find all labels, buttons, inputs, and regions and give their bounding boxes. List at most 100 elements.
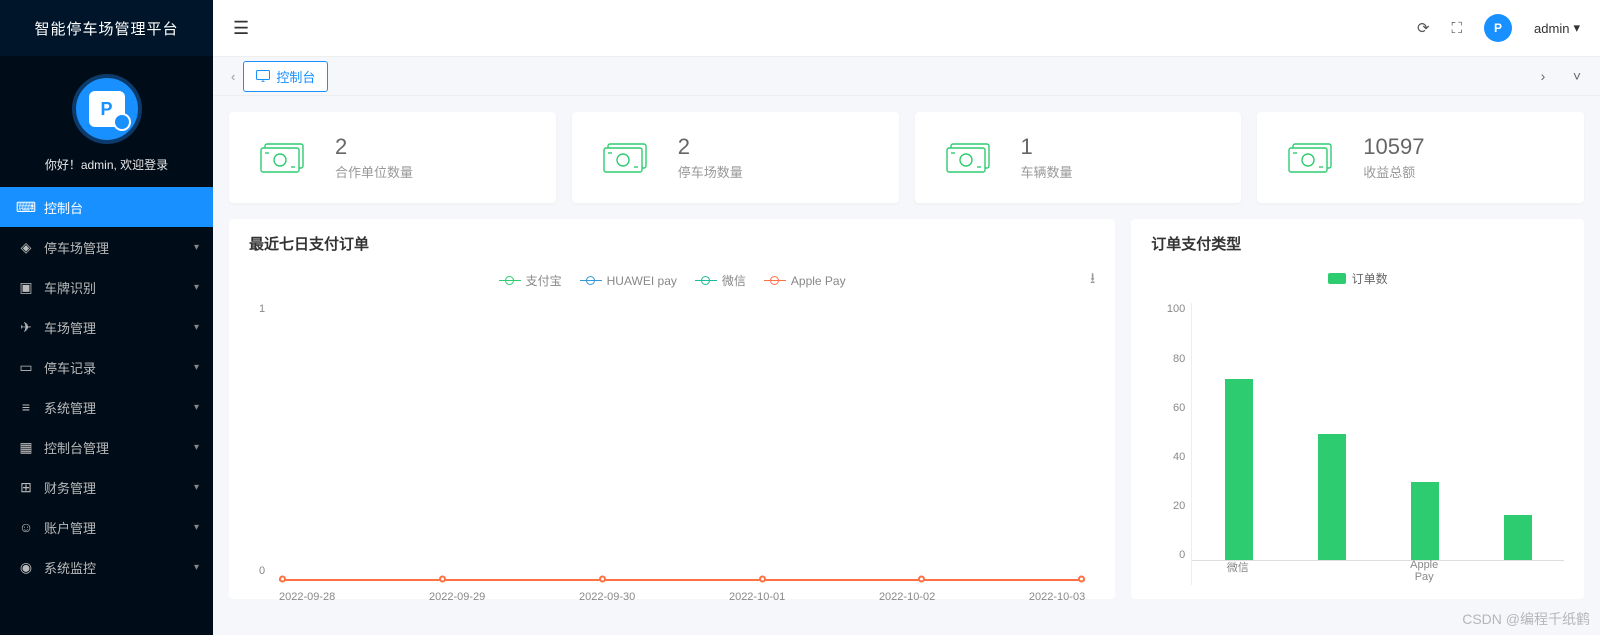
caret-down-icon: ▾ <box>194 322 199 333</box>
sidebar: 智能停车场管理平台 P 你好！admin, 欢迎登录 ⌨控制台◈停车场管理▾▣车… <box>0 0 213 635</box>
menu-icon: ▦ <box>18 439 34 456</box>
data-point <box>439 576 446 583</box>
sidebar-item-6[interactable]: ▦控制台管理▾ <box>0 427 213 467</box>
bar <box>1411 482 1439 561</box>
x-tick-label: 2022-10-03 <box>1029 591 1085 603</box>
stat-label: 车辆数量 <box>1021 162 1073 181</box>
bar <box>1504 515 1532 561</box>
stat-value: 1 <box>1021 134 1073 160</box>
legend-text: 微信 <box>722 272 746 289</box>
menu-icon: ⌨ <box>18 199 34 216</box>
tab-dashboard[interactable]: 控制台 <box>243 61 328 92</box>
menu-icon: ☺ <box>18 519 34 535</box>
bar-x-label: Apple Pay <box>1399 559 1449 583</box>
stats-row: 2合作单位数量2 停车场数量 1 车辆数量 10597 收益总额 <box>229 112 1584 203</box>
toggle-sidebar-icon[interactable]: ☰ <box>233 18 249 39</box>
topbar: ☰ ⟳ ⛶ P admin ▾ <box>213 0 1600 56</box>
caret-down-icon: ▾ <box>194 282 199 293</box>
sidebar-item-3[interactable]: ✈ 车场管理 ▾ <box>0 307 213 347</box>
menu-label: 系统管理 <box>44 398 96 417</box>
menu-label: 控制台管理 <box>44 438 109 457</box>
bar-ytick: 80 <box>1159 353 1185 365</box>
sidebar-item-7[interactable]: ⊞财务管理▾ <box>0 467 213 507</box>
caret-down-icon: ▾ <box>194 482 199 493</box>
menu-label: 系统监控 <box>44 558 96 577</box>
menu-icon: ✈ <box>18 319 34 336</box>
data-point <box>279 576 286 583</box>
user-profile-box: P 你好！admin, 欢迎登录 <box>0 56 213 187</box>
x-tick-label: 2022-09-28 <box>279 591 335 603</box>
stat-label: 收益总额 <box>1363 162 1424 181</box>
refresh-icon[interactable]: ⟳ <box>1417 19 1430 37</box>
menu-icon: ≡ <box>18 399 34 415</box>
bar-chart-body: 100806040200 微信Apple Pay <box>1151 293 1564 585</box>
sidebar-item-2[interactable]: ▣车牌识别▾ <box>0 267 213 307</box>
legend-item[interactable]: HUAWEI pay <box>580 274 677 288</box>
bar-x-labels: 微信 Apple Pay <box>1191 559 1564 583</box>
legend-text: HUAWEI pay <box>607 274 677 288</box>
bar-column <box>1214 379 1264 562</box>
x-tick-label: 2022-09-29 <box>429 591 485 603</box>
line-chart-body: 1 0 2022-09-282022-09-292022-09-302022-1… <box>249 297 1095 585</box>
caret-down-icon: ▾ <box>194 402 199 413</box>
legend-item[interactable]: 微信 <box>695 272 746 289</box>
stat-value: 10597 <box>1363 134 1424 160</box>
legend-marker-icon <box>764 276 786 286</box>
menu-label: 车场管理 <box>44 318 96 337</box>
x-tick-label: 2022-10-01 <box>729 591 785 603</box>
dashboard-icon <box>256 70 270 82</box>
sidebar-item-1[interactable]: ◈停车场管理▾ <box>0 227 213 267</box>
data-point <box>918 576 925 583</box>
app-title: 智能停车场管理平台 <box>0 0 213 56</box>
x-tick-label: 2022-10-02 <box>879 591 935 603</box>
download-icon[interactable]: ⭳ <box>1090 268 1095 293</box>
bar-column <box>1307 434 1357 562</box>
menu-icon: ◉ <box>18 559 34 576</box>
bar-x-label: 微信 <box>1213 559 1263 583</box>
bar-ytick: 100 <box>1159 303 1185 315</box>
line-chart-legend: 支付宝 HUAWEI pay 微信 Apple Pay ⭳ <box>249 264 1095 297</box>
bar <box>1225 379 1253 562</box>
line-ytick: 0 <box>259 565 265 577</box>
money-icon <box>1285 140 1335 176</box>
tabs-scroll-left[interactable]: ‹ <box>223 69 243 84</box>
fullscreen-icon[interactable]: ⛶ <box>1452 20 1463 37</box>
tabs-dropdown-icon[interactable]: ˅ <box>1564 63 1590 89</box>
bar-legend-swatch <box>1328 273 1346 284</box>
sidebar-item-4[interactable]: ▭停车记录▾ <box>0 347 213 387</box>
legend-item[interactable]: 支付宝 <box>499 272 562 289</box>
avatar: P <box>72 74 142 144</box>
bar-column <box>1400 482 1450 561</box>
content: 2合作单位数量2停车场数量1车辆数量10597收益总额 最近七日支付订单 支付宝… <box>213 96 1600 635</box>
sidebar-item-5[interactable]: ≡ 系统管理 ▾ <box>0 387 213 427</box>
sidebar-item-8[interactable]: ☺账户管理▾ <box>0 507 213 547</box>
line-x-labels: 2022-09-282022-09-292022-09-302022-10-01… <box>279 591 1085 603</box>
user-dropdown[interactable]: admin ▾ <box>1534 20 1580 36</box>
line-series-applepay <box>279 572 1085 581</box>
data-point <box>599 576 606 583</box>
stat-card-2: 1 车辆数量 <box>915 112 1242 203</box>
bar-column <box>1493 515 1543 561</box>
menu-label: 停车场管理 <box>44 238 109 257</box>
bar-y-axis: 100806040200 <box>1159 303 1185 561</box>
bar-chart-card: 订单支付类型 订单数 100806040200 微信Apple Pay <box>1131 219 1584 599</box>
tabs-scroll-right[interactable]: › <box>1530 63 1556 89</box>
sidebar-item-0[interactable]: ⌨控制台 <box>0 187 213 227</box>
data-point <box>1078 576 1085 583</box>
stat-label: 停车场数量 <box>678 162 743 181</box>
legend-item[interactable]: Apple Pay <box>764 274 846 288</box>
legend-marker-icon <box>695 276 717 286</box>
user-avatar-small: P <box>1484 14 1512 42</box>
welcome-text: 你好！admin, 欢迎登录 <box>0 156 213 173</box>
stat-value: 2 <box>335 134 413 160</box>
bar-chart-title: 订单支付类型 <box>1151 233 1564 254</box>
bar-ytick: 60 <box>1159 402 1185 414</box>
caret-down-icon: ▾ <box>194 562 199 573</box>
line-chart-card: 最近七日支付订单 支付宝HUAWEI pay微信Apple Pay⭳ 1 0 2… <box>229 219 1115 599</box>
menu-icon: ◈ <box>18 239 34 256</box>
sidebar-item-9[interactable]: ◉ 系统监控 ▾ <box>0 547 213 587</box>
bar-ytick: 20 <box>1159 500 1185 512</box>
stat-card-0: 2合作单位数量 <box>229 112 556 203</box>
money-icon <box>257 140 307 176</box>
caret-down-icon: ▾ <box>1573 20 1580 36</box>
